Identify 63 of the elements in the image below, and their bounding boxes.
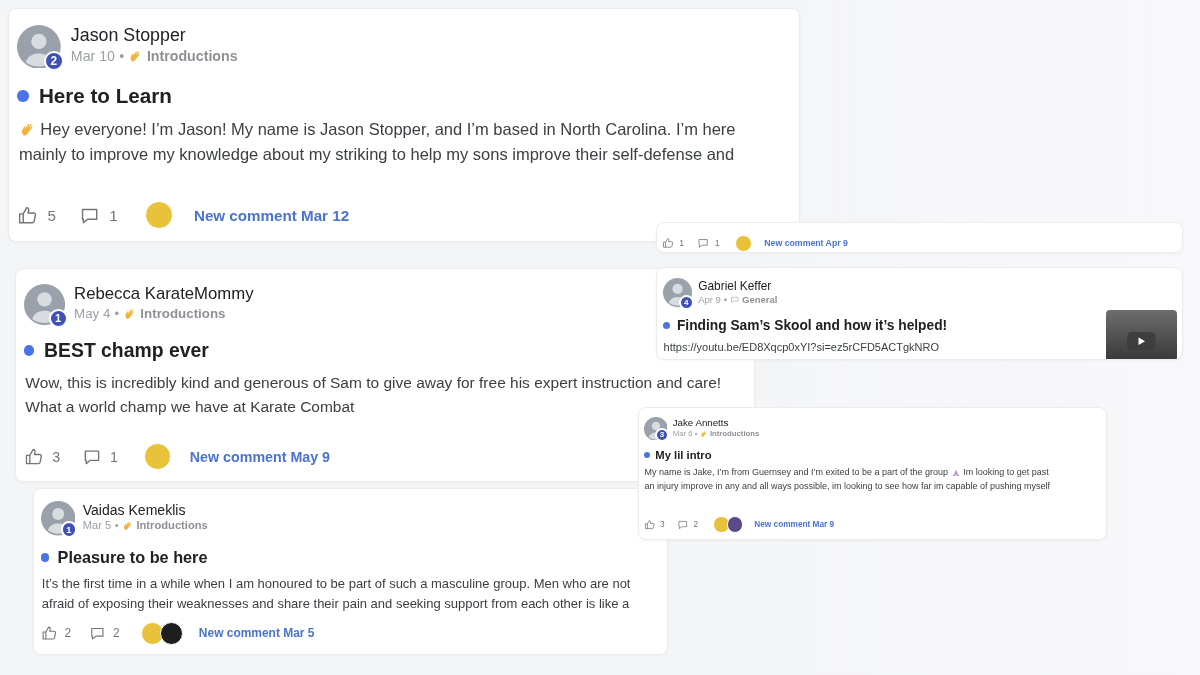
like-icon[interactable] — [40, 625, 58, 642]
chat-bubble-icon — [729, 294, 740, 305]
author-name[interactable]: Gabriel Keffer — [698, 279, 778, 293]
post-date: Apr 9 — [698, 294, 721, 306]
like-count: 5 — [47, 206, 57, 224]
post-title[interactable]: Here to Learn — [38, 83, 172, 108]
separator-dot: • — [119, 48, 125, 65]
like-count: 2 — [64, 626, 72, 641]
post-text: mainly to improve my knowledge about my striking to help my sons improve their self-defense and — [18, 144, 735, 166]
commenter-avatar[interactable] — [713, 516, 730, 533]
like-icon[interactable] — [661, 237, 674, 250]
post-title[interactable]: My lil intro — [655, 448, 712, 461]
comment-count: 2 — [693, 519, 699, 529]
post-text: What a world champ we have at Karate Combat — [25, 396, 355, 417]
author-name[interactable]: Rebecca KarateMommy — [74, 284, 254, 305]
like-icon[interactable] — [17, 204, 39, 226]
post-text: My name is Jake, I’m from Guernsey and I’m exited to be a part of the group — [644, 465, 949, 479]
waving-hand-icon — [123, 306, 137, 321]
like-count: 1 — [679, 238, 685, 249]
avatar-icon[interactable] — [23, 283, 65, 325]
separator-dot: • — [114, 306, 120, 322]
like-count: 3 — [660, 519, 665, 529]
separator-dot: • — [723, 294, 727, 306]
avatar-icon[interactable] — [17, 24, 61, 69]
new-comment-link[interactable]: New comment Mar 12 — [193, 206, 350, 224]
commenter-avatar[interactable] — [726, 516, 744, 533]
comment-icon[interactable] — [677, 518, 689, 531]
comment-count: 1 — [110, 448, 118, 465]
post-text: Wow, this is incredibly kind and generous of Sam to give away for free his expert instruction and care! — [25, 372, 722, 393]
post-text: It’s the first time in a while when I am honoured to be part of such a masculine group. Men who are not — [41, 575, 631, 594]
post-date: Mar 10 — [70, 48, 115, 65]
post-title[interactable]: Pleasure to be here — [57, 547, 208, 567]
author-name[interactable]: Jason Stopper — [70, 25, 238, 47]
post-text: afraid of exposing their weaknesses and share their pain and seeking support from each other is like a — [41, 595, 630, 614]
comment-count: 1 — [109, 206, 118, 224]
like-count: 3 — [52, 448, 61, 465]
comment-icon[interactable] — [89, 625, 106, 642]
post-date: Mar 5 — [82, 519, 112, 532]
post-text: Im looking to get past — [963, 465, 1049, 479]
post-text: an injury improve in any and all ways possible, im looking to see how far im capable of pushing myself — [644, 479, 1051, 493]
like-icon[interactable] — [643, 518, 656, 531]
author-name[interactable]: Jake Annetts — [672, 417, 760, 428]
post-text: Hey everyone! I’m Jason! My name is Jason Stopper, and I’m based in North Carolina. I’m here — [40, 118, 736, 140]
post-title[interactable]: BEST champ ever — [44, 339, 209, 363]
post-date: May 4 — [74, 306, 111, 322]
link[interactable]: https://youtu.be/ED8Xqcp0xYI?si=ez5rCFD5ACTgkNRO — [663, 338, 940, 356]
waving-hand-icon — [121, 519, 134, 531]
video-thumbnail-placeholder[interactable] — [1106, 309, 1177, 359]
waving-hand-icon — [699, 429, 708, 438]
author-name[interactable]: Vaidas Kemeklis — [82, 502, 208, 518]
post-title[interactable]: Finding Sam’s Skool and how it’s helped! — [676, 317, 948, 333]
commenter-avatar[interactable] — [141, 622, 164, 645]
comment-count: 2 — [112, 626, 120, 641]
play-icon — [1127, 332, 1156, 351]
new-comment-link[interactable]: New comment Mar 5 — [198, 626, 315, 641]
comment-count: 1 — [714, 238, 720, 249]
separator-dot: • — [114, 519, 119, 532]
new-comment-link[interactable]: New comment May 9 — [189, 448, 330, 465]
comment-icon[interactable] — [697, 237, 710, 250]
like-icon[interactable] — [23, 446, 44, 467]
new-comment-link[interactable]: New comment Mar 9 — [754, 519, 835, 529]
new-comment-link[interactable]: New comment Apr 9 — [764, 238, 848, 249]
commenter-avatar[interactable] — [159, 622, 183, 645]
